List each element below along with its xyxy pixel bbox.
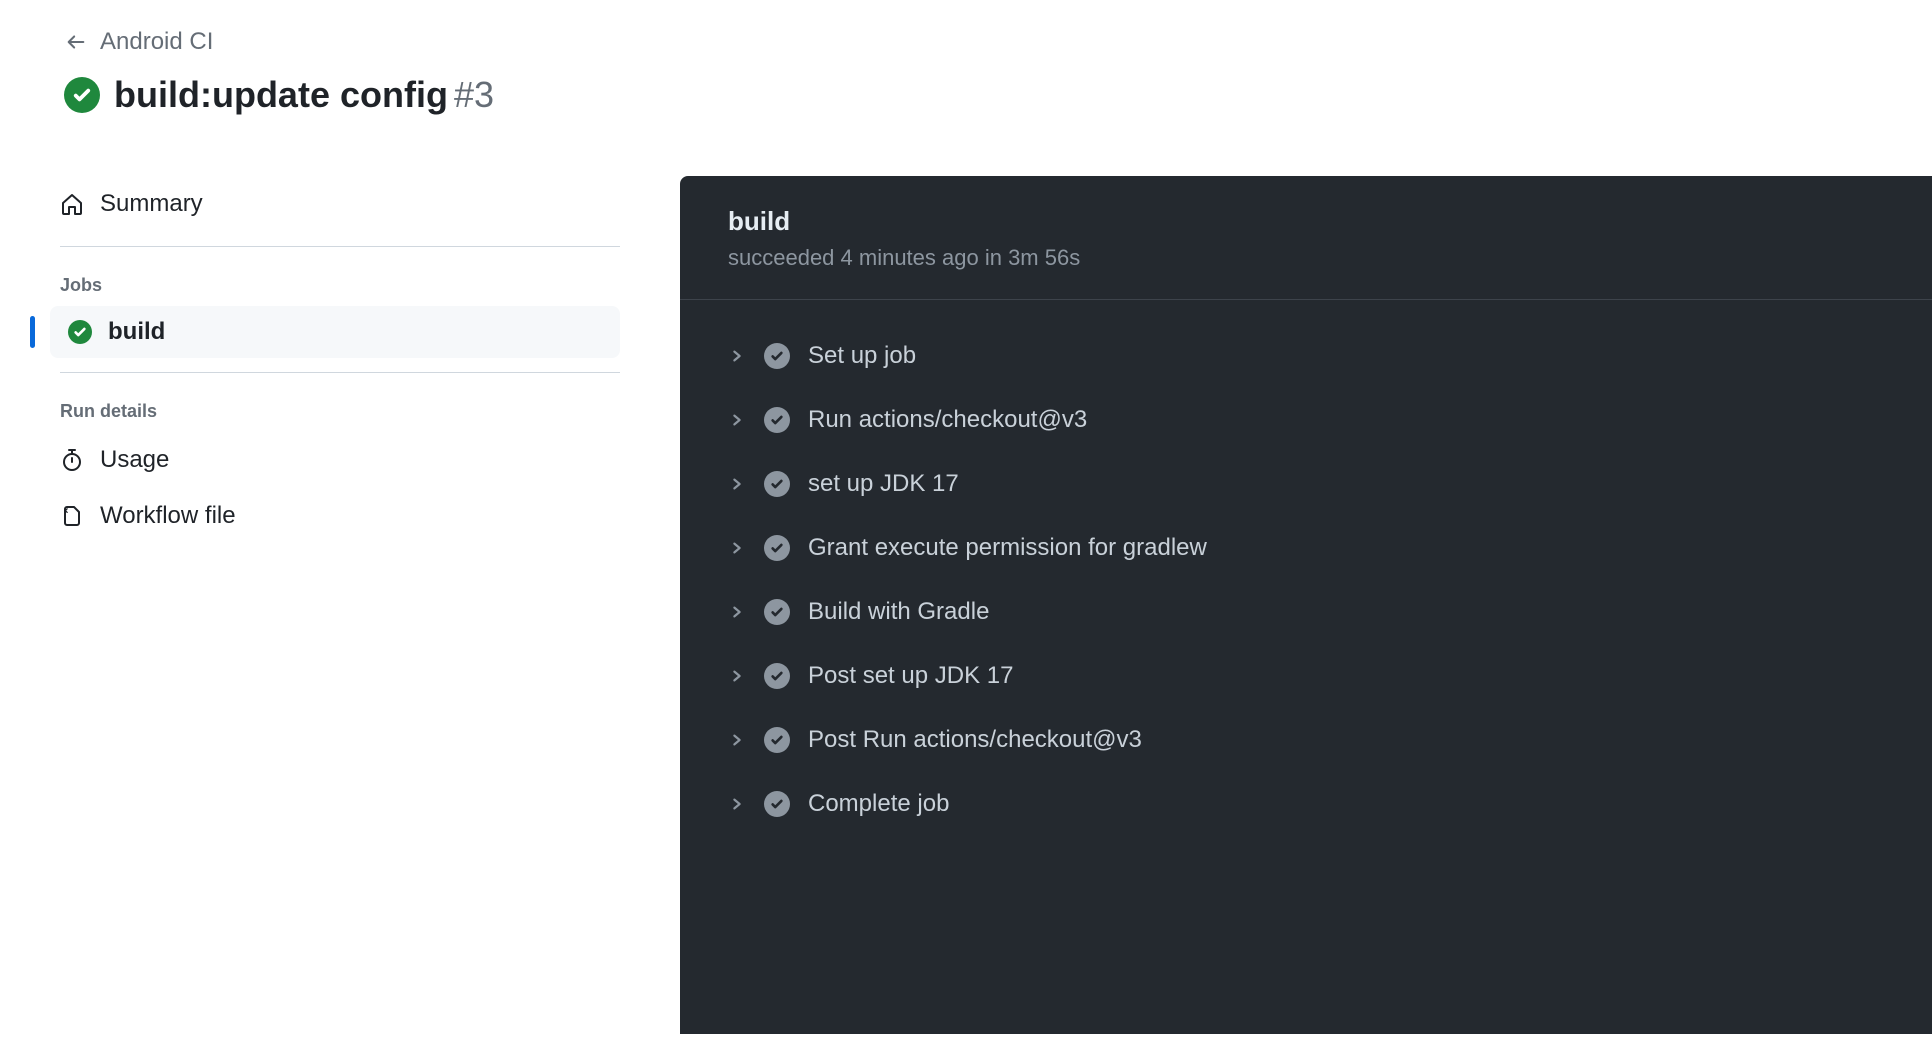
chevron-right-icon xyxy=(728,731,746,749)
sidebar-item-usage[interactable]: Usage xyxy=(30,432,620,488)
page-header: Android CI build:update config#3 xyxy=(0,0,1932,116)
sidebar-item-label: Workflow file xyxy=(100,502,236,530)
log-step-label: Post set up JDK 17 xyxy=(808,662,1013,690)
sidebar-job-build[interactable]: build xyxy=(50,306,620,358)
log-step[interactable]: Build with Gradle xyxy=(704,580,1908,644)
log-step[interactable]: Post set up JDK 17 xyxy=(704,644,1908,708)
sidebar-item-workflow-file[interactable]: Workflow file xyxy=(30,488,620,544)
run-number: #3 xyxy=(454,74,494,115)
check-circle-icon xyxy=(64,77,100,113)
log-step[interactable]: Set up job xyxy=(704,324,1908,388)
divider xyxy=(60,372,620,373)
run-name: build:update config xyxy=(114,74,448,115)
log-step[interactable]: Grant execute permission for gradlew xyxy=(704,516,1908,580)
sidebar-heading-jobs: Jobs xyxy=(30,261,620,306)
divider xyxy=(60,246,620,247)
check-circle-icon xyxy=(68,320,92,344)
log-subtitle: succeeded 4 minutes ago in 3m 56s xyxy=(728,245,1884,271)
log-step-label: set up JDK 17 xyxy=(808,470,959,498)
page-title-row: build:update config#3 xyxy=(64,74,1868,116)
breadcrumb-parent[interactable]: Android CI xyxy=(100,28,213,56)
check-circle-icon xyxy=(764,599,790,625)
check-circle-icon xyxy=(764,471,790,497)
sidebar-item-label: Summary xyxy=(100,190,203,218)
log-step-label: Run actions/checkout@v3 xyxy=(808,406,1087,434)
home-icon xyxy=(60,192,84,216)
chevron-right-icon xyxy=(728,475,746,493)
sidebar: Summary Jobs build Run details Usage xyxy=(0,176,680,1034)
chevron-right-icon xyxy=(728,667,746,685)
chevron-right-icon xyxy=(728,347,746,365)
chevron-right-icon xyxy=(728,539,746,557)
log-step[interactable]: set up JDK 17 xyxy=(704,452,1908,516)
log-title: build xyxy=(728,206,1884,237)
check-circle-icon xyxy=(764,407,790,433)
log-step[interactable]: Post Run actions/checkout@v3 xyxy=(704,708,1908,772)
log-panel: build succeeded 4 minutes ago in 3m 56s … xyxy=(680,176,1932,1034)
chevron-right-icon xyxy=(728,603,746,621)
log-header: build succeeded 4 minutes ago in 3m 56s xyxy=(680,176,1932,300)
log-step[interactable]: Complete job xyxy=(704,772,1908,836)
page-title: build:update config#3 xyxy=(114,74,494,116)
log-step-label: Set up job xyxy=(808,342,916,370)
chevron-right-icon xyxy=(728,795,746,813)
check-circle-icon xyxy=(764,343,790,369)
check-circle-icon xyxy=(764,535,790,561)
chevron-right-icon xyxy=(728,411,746,429)
main-content: Summary Jobs build Run details Usage xyxy=(0,176,1932,1034)
check-circle-icon xyxy=(764,791,790,817)
log-step[interactable]: Run actions/checkout@v3 xyxy=(704,388,1908,452)
breadcrumb[interactable]: Android CI xyxy=(64,28,1868,56)
sidebar-job-label: build xyxy=(108,318,165,346)
stopwatch-icon xyxy=(60,448,84,472)
log-step-label: Post Run actions/checkout@v3 xyxy=(808,726,1142,754)
arrow-left-icon[interactable] xyxy=(64,30,88,54)
check-circle-icon xyxy=(764,727,790,753)
sidebar-item-summary[interactable]: Summary xyxy=(30,176,620,232)
sidebar-heading-run-details: Run details xyxy=(30,387,620,432)
file-code-icon xyxy=(60,504,84,528)
sidebar-item-label: Usage xyxy=(100,446,169,474)
log-step-label: Build with Gradle xyxy=(808,598,989,626)
log-step-label: Grant execute permission for gradlew xyxy=(808,534,1207,562)
log-steps: Set up job Run actions/checkout@v3 set up … xyxy=(680,300,1932,860)
log-step-label: Complete job xyxy=(808,790,949,818)
check-circle-icon xyxy=(764,663,790,689)
